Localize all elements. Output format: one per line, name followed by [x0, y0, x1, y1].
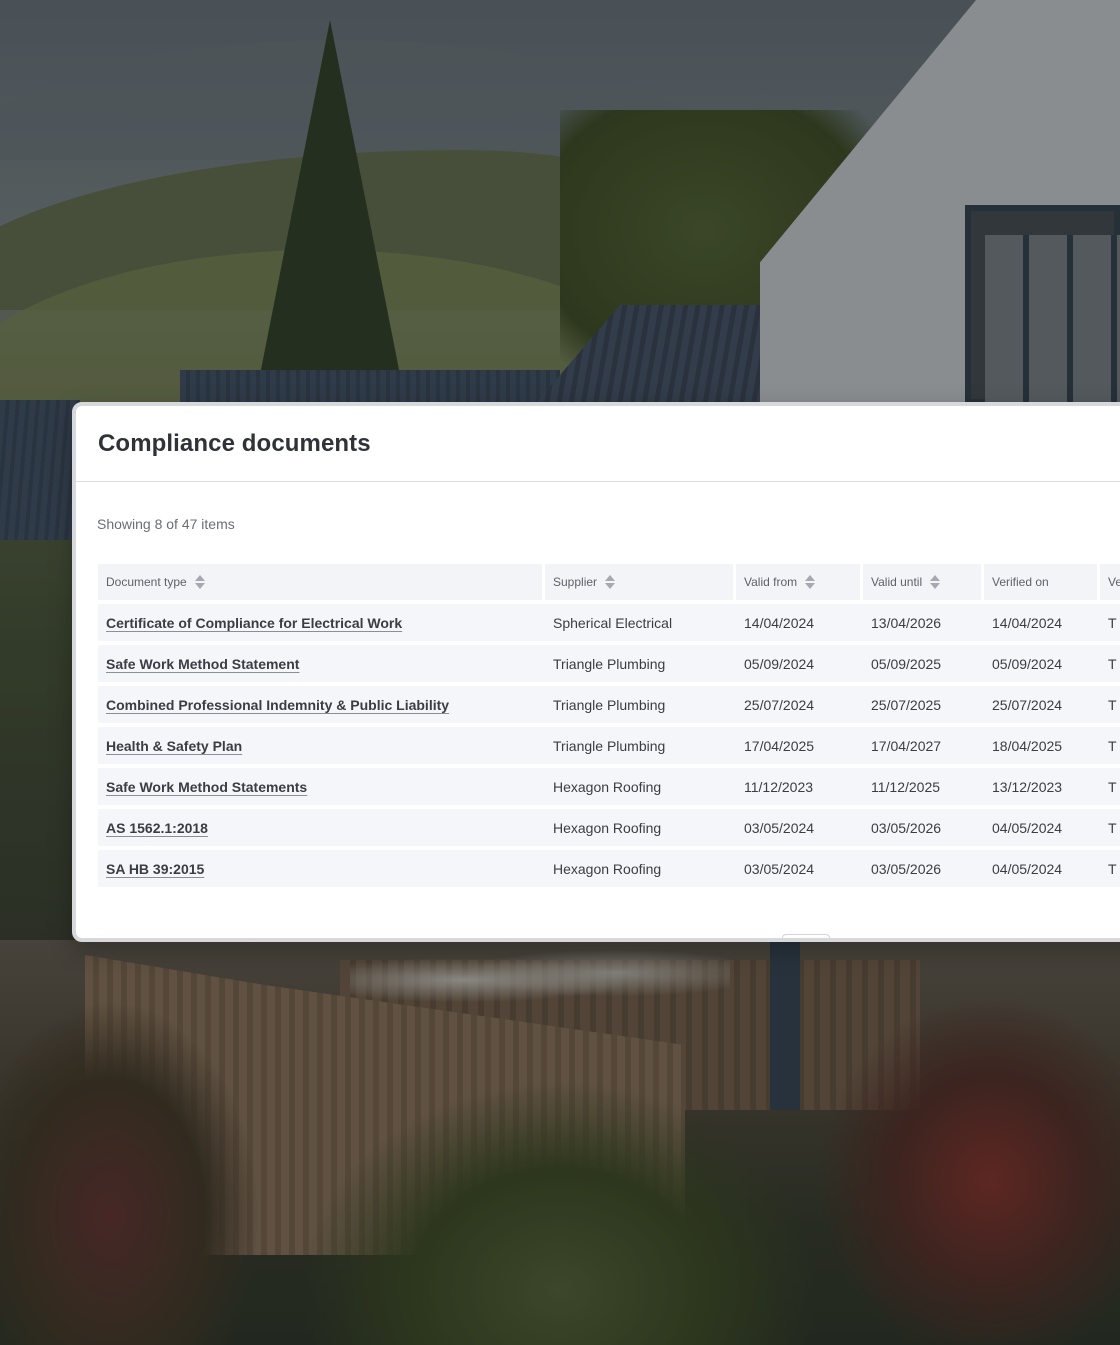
cell-valid-until: 25/07/2025: [863, 686, 984, 723]
cell-verified-on: 14/04/2024: [984, 604, 1100, 641]
table-row: Health & Safety Plan Triangle Plumbing 1…: [98, 727, 1120, 764]
cell-valid-from: 05/09/2024: [736, 645, 863, 682]
cell-verified-by: T: [1100, 850, 1120, 887]
document-link[interactable]: SA HB 39:2015: [106, 861, 204, 877]
cell-document-type: AS 1562.1:2018: [98, 809, 545, 846]
column-header-verified-on: Verified on: [984, 564, 1100, 600]
cell-valid-until: 17/04/2027: [863, 727, 984, 764]
cell-verified-by: T: [1100, 809, 1120, 846]
table-row: Certificate of Compliance for Electrical…: [98, 604, 1120, 641]
cell-supplier: Triangle Plumbing: [545, 645, 736, 682]
cell-document-type: Certificate of Compliance for Electrical…: [98, 604, 545, 641]
column-header-supplier[interactable]: Supplier: [545, 564, 736, 600]
column-header-document-type[interactable]: Document type: [98, 564, 545, 600]
column-header-valid-from[interactable]: Valid from: [736, 564, 863, 600]
cell-valid-until: 13/04/2026: [863, 604, 984, 641]
cell-document-type: Safe Work Method Statement: [98, 645, 545, 682]
cell-verified-on: 04/05/2024: [984, 809, 1100, 846]
document-link[interactable]: Safe Work Method Statements: [106, 779, 307, 795]
pagination-control[interactable]: [782, 934, 830, 938]
cell-document-type: SA HB 39:2015: [98, 850, 545, 887]
cell-verified-by: T: [1100, 604, 1120, 641]
cell-verified-on: 05/09/2024: [984, 645, 1100, 682]
document-link[interactable]: AS 1562.1:2018: [106, 820, 208, 836]
column-header-label: Document type: [106, 574, 187, 589]
panel-title: Compliance documents: [98, 429, 371, 457]
column-header-label: Ve: [1108, 575, 1120, 589]
cell-verified-on: 25/07/2024: [984, 686, 1100, 723]
compliance-documents-panel: Compliance documents Showing 8 of 47 ite…: [72, 402, 1120, 942]
cell-verified-by: T: [1100, 686, 1120, 723]
cell-valid-from: 17/04/2025: [736, 727, 863, 764]
cell-document-type: Health & Safety Plan: [98, 727, 545, 764]
cell-verified-on: 04/05/2024: [984, 850, 1100, 887]
table-row: AS 1562.1:2018 Hexagon Roofing 03/05/202…: [98, 809, 1120, 846]
cell-valid-until: 03/05/2026: [863, 850, 984, 887]
cell-supplier: Spherical Electrical: [545, 604, 736, 641]
panel-header: Compliance documents: [76, 406, 1120, 482]
column-header-label: Verified on: [992, 575, 1049, 589]
table-row: SA HB 39:2015 Hexagon Roofing 03/05/2024…: [98, 850, 1120, 887]
documents-table-container: Document type Supplier Valid from Valid …: [98, 560, 1120, 891]
document-link[interactable]: Health & Safety Plan: [106, 738, 242, 754]
document-link[interactable]: Certificate of Compliance for Electrical…: [106, 615, 402, 631]
cell-valid-until: 03/05/2026: [863, 809, 984, 846]
cell-verified-by: T: [1100, 768, 1120, 805]
cell-verified-by: T: [1100, 645, 1120, 682]
sort-icon[interactable]: [194, 575, 205, 590]
cell-supplier: Triangle Plumbing: [545, 686, 736, 723]
cell-verified-on: 13/12/2023: [984, 768, 1100, 805]
cell-valid-from: 14/04/2024: [736, 604, 863, 641]
document-link[interactable]: Combined Professional Indemnity & Public…: [106, 697, 449, 713]
table-row: Safe Work Method Statement Triangle Plum…: [98, 645, 1120, 682]
column-header-label: Valid from: [744, 574, 798, 589]
cell-verified-by: T: [1100, 727, 1120, 764]
column-header-label: Valid until: [871, 574, 923, 589]
column-header-valid-until[interactable]: Valid until: [863, 564, 984, 600]
cell-valid-from: 25/07/2024: [736, 686, 863, 723]
column-header-label: Supplier: [553, 574, 598, 589]
cell-verified-on: 18/04/2025: [984, 727, 1100, 764]
column-header-verified-by: Ve: [1100, 564, 1120, 600]
documents-table: Document type Supplier Valid from Valid …: [98, 560, 1120, 891]
cell-document-type: Combined Professional Indemnity & Public…: [98, 686, 545, 723]
cell-supplier: Triangle Plumbing: [545, 727, 736, 764]
items-summary: Showing 8 of 47 items: [97, 516, 235, 532]
sort-icon[interactable]: [605, 575, 616, 590]
cell-supplier: Hexagon Roofing: [545, 768, 736, 805]
cell-supplier: Hexagon Roofing: [545, 850, 736, 887]
cell-valid-until: 11/12/2025: [863, 768, 984, 805]
table-header-row: Document type Supplier Valid from Valid …: [98, 564, 1120, 600]
cell-supplier: Hexagon Roofing: [545, 809, 736, 846]
cell-valid-from: 11/12/2023: [736, 768, 863, 805]
document-link[interactable]: Safe Work Method Statement: [106, 656, 299, 672]
table-row: Safe Work Method Statements Hexagon Roof…: [98, 768, 1120, 805]
cell-valid-until: 05/09/2025: [863, 645, 984, 682]
sort-icon[interactable]: [805, 575, 816, 590]
cell-valid-from: 03/05/2024: [736, 850, 863, 887]
table-row: Combined Professional Indemnity & Public…: [98, 686, 1120, 723]
cell-valid-from: 03/05/2024: [736, 809, 863, 846]
cell-document-type: Safe Work Method Statements: [98, 768, 545, 805]
sort-icon[interactable]: [930, 575, 941, 590]
